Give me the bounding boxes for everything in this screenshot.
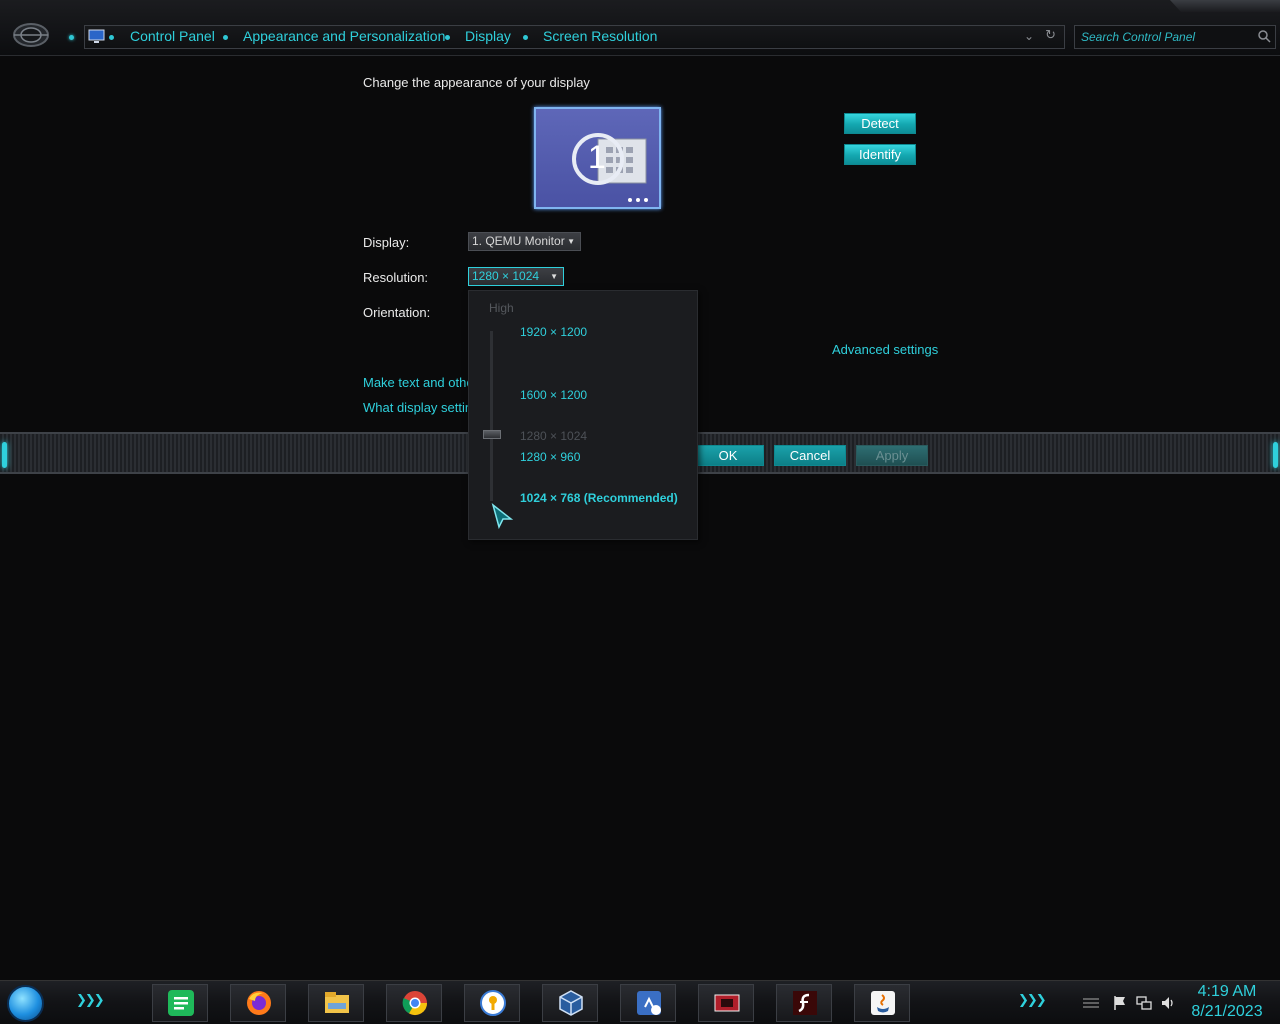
clock-time[interactable]: 4:19 AM: [1184, 983, 1270, 1001]
display-select[interactable]: 1. QEMU Monitor ▼: [468, 232, 581, 251]
address-bar[interactable]: Control Panel Appearance and Personaliza…: [84, 25, 1065, 49]
left-endcap: [2, 442, 7, 468]
corner-decoration: [1170, 0, 1280, 12]
mouse-cursor-icon: [491, 503, 514, 529]
taskbar-app[interactable]: [854, 984, 910, 1022]
java-icon: [871, 991, 895, 1015]
media-icon: [714, 994, 740, 1012]
display-select-value: 1. QEMU Monitor: [472, 234, 565, 248]
advanced-settings-link[interactable]: Advanced settings: [832, 342, 938, 357]
cancel-button[interactable]: Cancel: [774, 445, 846, 466]
tray-bars-icon[interactable]: [1082, 995, 1100, 1011]
text-size-link[interactable]: Make text and other: [363, 375, 478, 390]
page-heading: Change the appearance of your display: [363, 75, 590, 90]
breadcrumb-separator: [109, 35, 114, 40]
orientation-label: Orientation:: [363, 305, 431, 320]
start-button[interactable]: [7, 985, 44, 1022]
apply-button[interactable]: Apply: [856, 445, 928, 466]
taskbar-app[interactable]: [386, 984, 442, 1022]
spreadsheet-icon: [168, 990, 194, 1016]
taskbar-app[interactable]: [542, 984, 598, 1022]
display-settings-help-link[interactable]: What display setting: [363, 400, 479, 415]
detect-button[interactable]: Detect: [844, 113, 916, 134]
resolution-option-current[interactable]: 1280 × 1024: [520, 429, 587, 443]
resolution-option-recommended[interactable]: 1024 × 768 (Recommended): [520, 491, 678, 505]
chevron-down-icon: ▼: [567, 237, 575, 246]
flag-icon[interactable]: [1112, 995, 1128, 1011]
breadcrumb-separator: [523, 35, 528, 40]
clock-date[interactable]: 8/21/2023: [1184, 1003, 1270, 1021]
search-icon[interactable]: [1257, 29, 1271, 43]
chevron-right-icon: ❯❯❯: [76, 993, 105, 1008]
breadcrumb-separator: [223, 35, 228, 40]
breadcrumb-appearance[interactable]: Appearance and Personalization: [243, 28, 445, 44]
breadcrumb-separator: [445, 35, 450, 40]
ok-button[interactable]: OK: [692, 445, 764, 466]
taskbar-app[interactable]: [152, 984, 208, 1022]
computer-icon: [88, 29, 105, 43]
volume-icon[interactable]: [1160, 995, 1176, 1011]
chevron-down-icon: ▼: [550, 272, 558, 281]
breadcrumb-display[interactable]: Display: [465, 28, 511, 44]
network-icon[interactable]: [1136, 995, 1152, 1011]
identify-button[interactable]: Identify: [844, 144, 916, 165]
right-endcap: [1273, 442, 1278, 468]
resolution-dropdown-panel[interactable]: High 1920 × 1200 1600 × 1200 1280 × 1024…: [468, 290, 698, 540]
taskbar-app[interactable]: [698, 984, 754, 1022]
chrome-icon: [402, 991, 427, 1016]
nav-dot-icon: [69, 35, 74, 40]
resolution-option[interactable]: 1920 × 1200: [520, 325, 587, 339]
back-forward-orb-icon[interactable]: [12, 22, 50, 48]
resolution-slider-track[interactable]: [490, 331, 493, 501]
monitor-preview[interactable]: 1: [534, 107, 661, 209]
keepass-icon: [480, 990, 506, 1016]
display-label: Display:: [363, 235, 410, 250]
search-input[interactable]: [1081, 29, 1257, 45]
virtualbox-icon: [559, 990, 583, 1016]
chevron-right-icon: ❯❯❯: [1018, 993, 1047, 1008]
window-titlebar: Control Panel Appearance and Personaliza…: [0, 0, 1280, 56]
refresh-icon[interactable]: ↻: [1045, 28, 1056, 43]
breadcrumb-screen-resolution[interactable]: Screen Resolution: [543, 28, 657, 44]
taskbar: ❯❯❯ ❯❯❯: [0, 980, 1280, 1024]
resolution-slider-thumb[interactable]: [483, 430, 501, 439]
flash-icon: [793, 991, 817, 1015]
taskbar-app[interactable]: [464, 984, 520, 1022]
resolution-option[interactable]: 1600 × 1200: [520, 388, 587, 402]
taskbar-app[interactable]: [620, 984, 676, 1022]
resolution-select[interactable]: 1280 × 1024 ▼: [468, 267, 564, 286]
firefox-icon: [247, 991, 271, 1015]
resolution-option[interactable]: 1280 × 960: [520, 450, 580, 464]
monitor-number: 1: [588, 139, 606, 175]
taskbar-app[interactable]: [230, 984, 286, 1022]
system-tray: [1082, 993, 1182, 1013]
breadcrumb-control-panel[interactable]: Control Panel: [130, 28, 215, 44]
resolution-label: Resolution:: [363, 270, 429, 285]
taskbar-app[interactable]: [308, 984, 364, 1022]
search-box[interactable]: [1074, 25, 1276, 49]
slider-high-label: High: [489, 301, 514, 315]
resolution-select-value: 1280 × 1024: [472, 269, 540, 283]
sa7-icon: [637, 991, 661, 1015]
taskbar-app[interactable]: [776, 984, 832, 1022]
chevron-down-icon[interactable]: ⌄: [1024, 29, 1034, 43]
file-explorer-icon: [325, 992, 349, 1013]
